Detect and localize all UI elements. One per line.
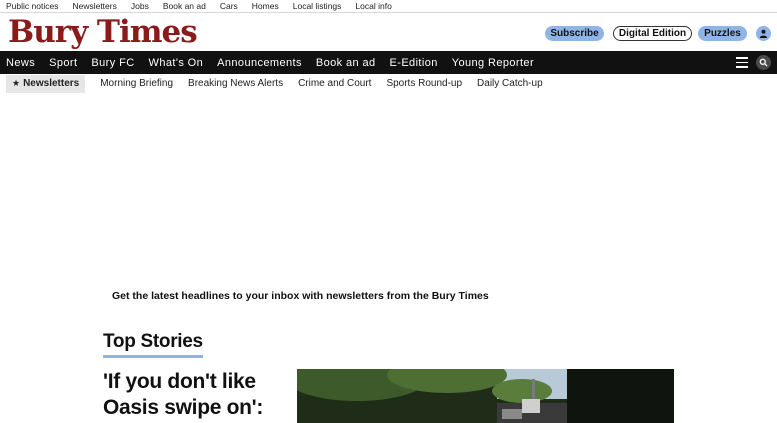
digital-edition-button[interactable]: Digital Edition <box>613 26 692 41</box>
lead-story-headline[interactable]: 'If you don't like Oasis swipe on': <box>103 369 273 421</box>
newsletter-promo-text[interactable]: Get the latest headlines to your inbox w… <box>112 290 489 302</box>
subnav-item-morning-briefing[interactable]: Morning Briefing <box>100 78 173 89</box>
utility-link-local-listings[interactable]: Local listings <box>293 0 342 12</box>
top-stories-title: Top Stories <box>103 331 203 358</box>
puzzles-button[interactable]: Puzzles <box>698 26 747 41</box>
utility-link-newsletters[interactable]: Newsletters <box>72 0 116 12</box>
utility-bar: Public notices Newsletters Jobs Book an … <box>0 0 777 13</box>
hamburger-icon[interactable] <box>736 57 748 68</box>
search-button[interactable] <box>756 55 771 70</box>
subnav-item-breaking-news-alerts[interactable]: Breaking News Alerts <box>188 78 283 89</box>
nav-item-news[interactable]: News <box>0 57 42 69</box>
masthead: Bury Times Subscribe Digital Edition Puz… <box>0 14 777 52</box>
newsletter-subnav: ★ Newsletters Morning Briefing Breaking … <box>0 74 777 93</box>
utility-link-book-an-ad[interactable]: Book an ad <box>163 0 206 12</box>
site-logo[interactable]: Bury Times <box>8 14 198 50</box>
subnav-active-label: Newsletters <box>23 78 80 89</box>
main-nav: News Sport Bury FC What's On Announcemen… <box>0 51 777 74</box>
utility-link-homes[interactable]: Homes <box>252 0 279 12</box>
subnav-item-newsletters[interactable]: ★ Newsletters <box>6 74 86 93</box>
search-icon <box>759 58 768 67</box>
star-icon: ★ <box>12 78 21 88</box>
lead-story-photo <box>297 369 674 423</box>
utility-link-public-notices[interactable]: Public notices <box>6 0 58 12</box>
subscribe-button[interactable]: Subscribe <box>545 26 604 41</box>
nav-item-young-reporter[interactable]: Young Reporter <box>445 57 541 69</box>
user-icon <box>759 29 768 38</box>
utility-link-jobs[interactable]: Jobs <box>131 0 149 12</box>
nav-item-sport[interactable]: Sport <box>42 57 84 69</box>
subnav-item-crime-and-court[interactable]: Crime and Court <box>298 78 371 89</box>
nav-item-bury-fc[interactable]: Bury FC <box>84 57 141 69</box>
utility-link-local-info[interactable]: Local info <box>355 0 391 12</box>
nav-item-e-edition[interactable]: E-Edition <box>383 57 445 69</box>
lead-story-image[interactable] <box>297 369 674 423</box>
nav-item-book-an-ad[interactable]: Book an ad <box>309 57 383 69</box>
subnav-item-daily-catch-up[interactable]: Daily Catch-up <box>477 78 543 89</box>
subnav-item-sports-round-up[interactable]: Sports Round-up <box>386 78 462 89</box>
account-button[interactable] <box>756 26 771 41</box>
nav-item-whats-on[interactable]: What's On <box>142 57 211 69</box>
nav-item-announcements[interactable]: Announcements <box>210 57 309 69</box>
utility-link-cars[interactable]: Cars <box>220 0 238 12</box>
